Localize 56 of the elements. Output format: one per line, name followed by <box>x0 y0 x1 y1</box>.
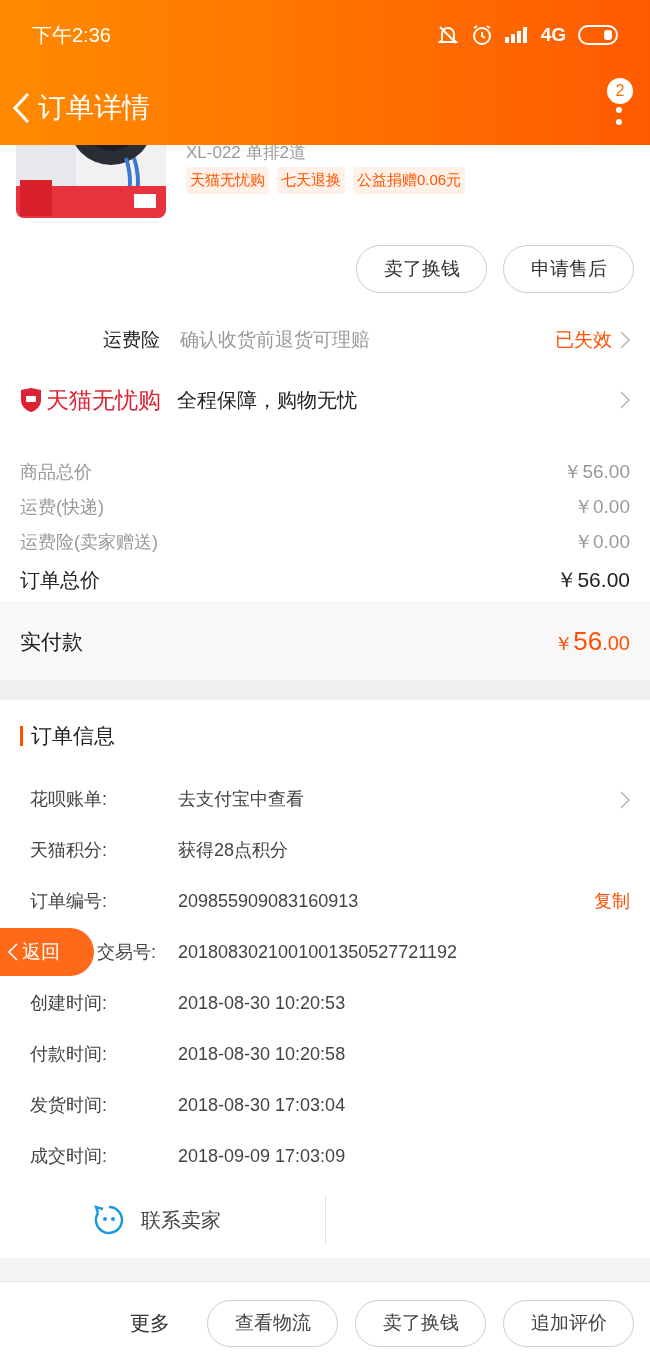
service-tag: 七天退换 <box>277 167 345 194</box>
info-value: 2018-08-30 10:20:58 <box>178 1043 346 1066</box>
back-icon[interactable] <box>12 91 30 124</box>
info-value: 获得28点积分 <box>178 839 289 862</box>
info-label: 付款时间: <box>30 1044 107 1064</box>
bell-muted-icon <box>436 24 459 46</box>
notification-badge: 2 <box>607 77 633 104</box>
chevron-right-icon <box>620 391 630 409</box>
info-value: 2018083021001001350527721192 <box>178 941 457 964</box>
page-title: 订单详情 <box>38 90 150 125</box>
insurance-label: 运费险 <box>103 327 160 352</box>
price-value: ￥56.00 <box>563 460 630 485</box>
product-title: XL-022 单排2道 <box>186 143 307 163</box>
alarm-icon <box>470 24 493 46</box>
guarantee-row[interactable]: 天猫无忧购 全程保障，购物无忧 <box>0 371 650 429</box>
battery-icon <box>578 25 618 45</box>
guarantee-slogan: 全程保障，购物无忧 <box>177 388 357 413</box>
price-label: 商品总价 <box>20 461 92 484</box>
price-label: 运费险(卖家赠送) <box>20 531 158 554</box>
price-value: ￥0.00 <box>574 495 630 520</box>
info-label: 交易号: <box>97 942 156 962</box>
info-label: 天猫积分: <box>30 840 107 860</box>
back-icon <box>8 943 18 961</box>
info-value: 2018-09-09 17:03:09 <box>178 1145 346 1168</box>
price-label: 订单总价 <box>20 568 100 593</box>
network-label: 4G <box>540 22 566 47</box>
price-value: ￥0.00 <box>574 530 630 555</box>
signal-icon <box>504 27 529 43</box>
guarantee-brand: 天猫无忧购 <box>46 385 161 415</box>
insurance-row[interactable]: 运费险 确认收货前退货可理赔 已失效 <box>0 317 650 363</box>
info-value: 209855909083160913 <box>178 890 359 913</box>
section-title: 订单信息 <box>31 723 115 750</box>
info-label: 成交时间: <box>30 1146 107 1166</box>
contact-seller-button[interactable]: 联系卖家 <box>141 1205 221 1235</box>
insurance-description: 确认收货前退货可理赔 <box>180 327 370 352</box>
shield-icon <box>20 387 42 413</box>
more-icon[interactable] <box>616 106 622 125</box>
chat-face-icon <box>93 1204 125 1236</box>
insurance-status: 已失效 <box>555 327 612 352</box>
status-time: 下午2:36 <box>32 23 111 48</box>
info-value[interactable]: 去支付宝中查看 <box>178 786 304 813</box>
chevron-right-icon <box>620 790 630 809</box>
more-label[interactable]: 更多 <box>130 1308 170 1338</box>
info-value: 2018-08-30 17:03:04 <box>178 1094 346 1117</box>
price-value: ￥56.00 <box>556 567 630 594</box>
price-label: 运费(快递) <box>20 496 104 519</box>
info-value: 2018-08-30 10:20:53 <box>178 992 346 1015</box>
info-label: 发货时间: <box>30 1095 107 1115</box>
paid-amount: ￥56.00 <box>554 625 630 658</box>
service-tag: 天猫无忧购 <box>186 167 269 194</box>
paid-label: 实付款 <box>20 628 83 655</box>
chevron-right-icon <box>620 331 630 349</box>
service-tag: 公益捐赠0.06元 <box>353 167 466 194</box>
info-label: 订单编号: <box>30 891 107 911</box>
info-label: 花呗账单: <box>30 789 107 809</box>
info-label: 创建时间: <box>30 993 107 1013</box>
